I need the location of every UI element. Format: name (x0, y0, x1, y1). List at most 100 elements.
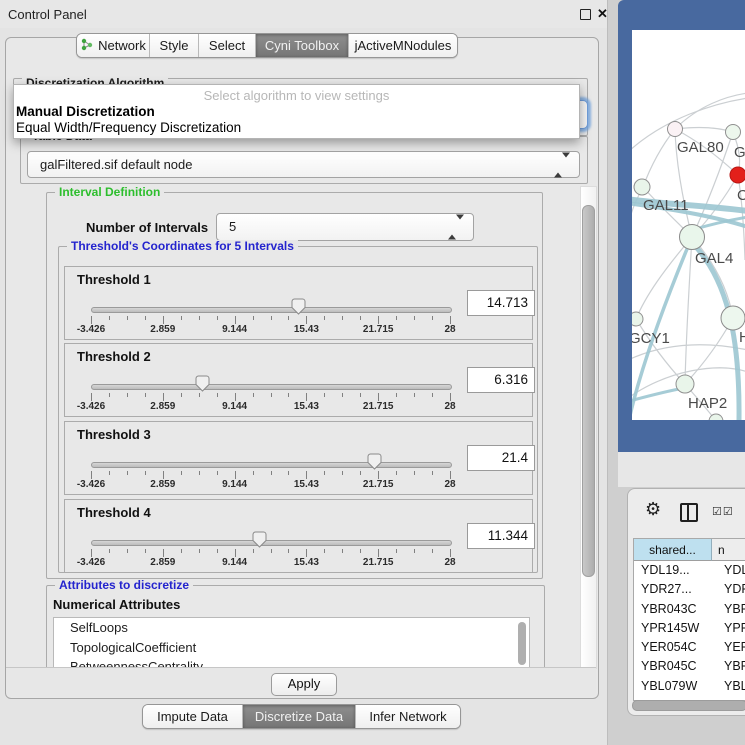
cell-name[interactable]: YDL1 (718, 561, 745, 580)
tick-label: 21.715 (363, 324, 394, 335)
column-header-shared-name[interactable]: shared... (634, 539, 712, 561)
cell-shared-name[interactable]: YBL079W (634, 677, 718, 696)
threshold-value-field[interactable]: 14.713 (467, 290, 535, 316)
threshold-value-field[interactable]: 11.344 (467, 523, 535, 549)
tab-select[interactable]: Select (198, 34, 255, 57)
tab-label: jActiveMNodules (355, 38, 452, 53)
tab-infer-network[interactable]: Infer Network (355, 705, 460, 728)
tick-label: 21.715 (363, 401, 394, 412)
numerical-attributes-list[interactable]: SelfLoopsTopologicalCoefficientBetweenne… (53, 617, 530, 670)
network-node[interactable] (632, 312, 643, 326)
cell-name[interactable]: YBR0 (718, 600, 745, 619)
tick (396, 393, 397, 397)
tick (450, 393, 451, 401)
tick-label: 2.859 (150, 557, 175, 568)
numerical-attributes-label: Numerical Attributes (53, 597, 180, 612)
cell-shared-name[interactable]: YBR045C (634, 657, 718, 676)
cell-name[interactable]: YPR1 (718, 619, 745, 638)
panel-scrollbar-thumb[interactable] (582, 205, 595, 577)
tab-style[interactable]: Style (149, 34, 198, 57)
num-intervals-combobox[interactable]: 5 (216, 213, 474, 241)
slider-thumb[interactable] (195, 375, 210, 392)
network-edge (675, 128, 733, 132)
bottom-tab-bar: Impute Data Discretize Data Infer Networ… (142, 704, 461, 729)
table-row[interactable]: YBR043CYBR0 (634, 600, 745, 619)
list-item[interactable]: SelfLoops (54, 618, 529, 638)
table-row[interactable]: YDL19...YDL1 (634, 561, 745, 580)
list-scrollbar[interactable] (518, 622, 526, 665)
slider-track[interactable] (91, 462, 452, 468)
apply-button[interactable]: Apply (271, 673, 337, 696)
popup-item-equal-width-frequency[interactable]: Equal Width/Frequency Discretization (16, 120, 241, 135)
table-panel-container: ⚙ ☑☑ shared... n YDL19...YDL1YDR27...YDR… (627, 488, 745, 716)
table-row[interactable]: YER054CYER0 (634, 638, 745, 657)
tick (271, 393, 272, 397)
column-header-name[interactable]: n (712, 539, 745, 561)
table-row[interactable]: YPR145WYPR1 (634, 619, 745, 638)
threshold-value-field[interactable]: 6.316 (467, 367, 535, 393)
close-icon[interactable]: ✕ (597, 6, 608, 22)
tick (306, 471, 307, 479)
tick (91, 316, 92, 324)
split-view-icon[interactable] (680, 503, 698, 522)
cell-shared-name[interactable]: YPR145W (634, 619, 718, 638)
network-node[interactable] (668, 122, 683, 137)
tick-label: 28 (444, 401, 455, 412)
window-title: Control Panel (8, 7, 87, 22)
network-node[interactable] (680, 225, 705, 250)
network-node[interactable] (721, 306, 745, 330)
node-label: GAL11 (643, 197, 689, 214)
node-label: C (737, 187, 745, 204)
stepper-icon (554, 157, 570, 172)
tick (163, 549, 164, 557)
tab-jactivemnodules[interactable]: jActiveMNodules (348, 34, 457, 57)
cell-shared-name[interactable]: YBR043C (634, 600, 718, 619)
slider-thumb[interactable] (367, 453, 382, 470)
cell-shared-name[interactable]: YDR27... (634, 580, 718, 599)
threshold-label: Threshold 4 (77, 505, 151, 520)
network-node[interactable] (676, 375, 694, 393)
table-row[interactable]: YBR045CYBR0 (634, 657, 745, 676)
cell-name[interactable]: YDR2 (718, 580, 745, 599)
list-item[interactable]: TopologicalCoefficient (54, 638, 529, 658)
cell-name[interactable]: YBL0 (718, 677, 745, 696)
slider-thumb[interactable] (291, 298, 306, 315)
float-window-icon[interactable] (580, 9, 591, 20)
table-data-combobox[interactable]: galFiltered.sif default node (27, 151, 580, 178)
table-row[interactable]: YBL079WYBL0 (634, 677, 745, 696)
popup-item-manual-discretization[interactable]: Manual Discretization (16, 104, 155, 119)
network-canvas[interactable]: GAL80GACGAL11GAL4GCY1HHAP2 (632, 30, 745, 420)
tick (235, 316, 236, 324)
threshold-2-box: Threshold 2 -3.4262.8599.14415.4321.7152… (64, 343, 533, 417)
tick (360, 316, 361, 320)
apply-bar: Apply (6, 667, 596, 697)
cell-shared-name[interactable]: YDL19... (634, 561, 718, 580)
tick-label: -3.426 (77, 324, 105, 335)
tick-label: -3.426 (77, 557, 105, 568)
tick (181, 471, 182, 475)
table-row[interactable]: YDR27...YDR2 (634, 580, 745, 599)
cell-name[interactable]: YER0 (718, 638, 745, 657)
slider-track[interactable] (91, 307, 452, 313)
tab-cyni-toolbox[interactable]: Cyni Toolbox (255, 34, 348, 57)
tab-impute-data[interactable]: Impute Data (143, 705, 242, 728)
slider-thumb[interactable] (252, 531, 267, 548)
table-hscrollbar[interactable] (632, 700, 745, 710)
gear-icon[interactable]: ⚙ (645, 500, 661, 518)
network-node[interactable] (730, 167, 745, 183)
tab-discretize-data[interactable]: Discretize Data (242, 705, 355, 728)
tick (163, 316, 164, 324)
cell-name[interactable]: YBR0 (718, 657, 745, 676)
tab-network[interactable]: Network (77, 34, 149, 57)
tick (163, 471, 164, 479)
slider-track[interactable] (91, 540, 452, 546)
slider-track[interactable] (91, 384, 452, 390)
cell-shared-name[interactable]: YER054C (634, 638, 718, 657)
table-panel-header: Table Panel (618, 452, 745, 487)
network-node[interactable] (634, 179, 650, 195)
network-node[interactable] (726, 125, 741, 140)
table-hscrollbar-thumb[interactable] (632, 700, 745, 711)
tick-label: 21.715 (363, 479, 394, 490)
checkbox-icons[interactable]: ☑☑ (712, 505, 734, 518)
threshold-value-field[interactable]: 21.4 (467, 445, 535, 471)
